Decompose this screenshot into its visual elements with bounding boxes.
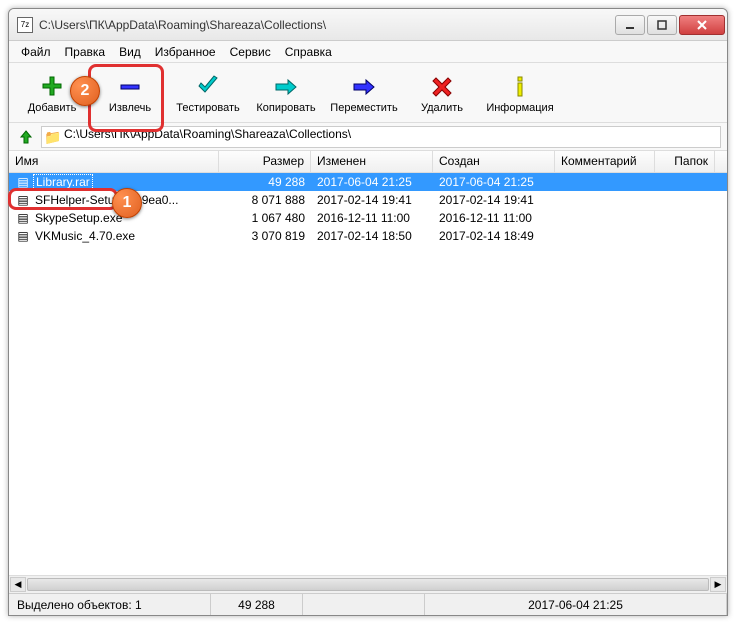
file-name: VKMusic_4.70.exe (33, 229, 137, 243)
status-selection: Выделено объектов: 1 (9, 594, 211, 615)
file-modified: 2016-12-11 11:00 (311, 211, 433, 225)
add-label: Добавить (28, 102, 77, 114)
file-modified: 2017-02-14 18:50 (311, 229, 433, 243)
extract-label: Извлечь (109, 102, 151, 114)
file-row[interactable]: ▤Library.rar49 2882017-06-04 21:252017-0… (9, 173, 727, 191)
status-blank (303, 594, 425, 615)
pathbar: C:\Users\ПК\AppData\Roaming\Shareaza\Col… (9, 123, 727, 151)
test-label: Тестировать (176, 102, 240, 114)
move-arrow-icon (351, 72, 377, 102)
test-button[interactable]: Тестировать (169, 65, 247, 121)
path-input[interactable]: C:\Users\ПК\AppData\Roaming\Shareaza\Col… (41, 126, 721, 148)
info-icon (507, 72, 533, 102)
file-size: 8 071 888 (219, 193, 311, 207)
menu-tools[interactable]: Сервис (224, 43, 277, 61)
status-modified: 2017-06-04 21:25 (425, 594, 727, 615)
menu-favorites[interactable]: Избранное (149, 43, 222, 61)
window-controls (615, 15, 725, 35)
file-row[interactable]: ▤VKMusic_4.70.exe3 070 8192017-02-14 18:… (9, 227, 727, 245)
app-icon: 7z (17, 17, 33, 33)
copy-arrow-icon (273, 72, 299, 102)
list-header: Имя Размер Изменен Создан Комментарий Па… (9, 151, 727, 173)
info-button[interactable]: Информация (481, 65, 559, 121)
column-created[interactable]: Создан (433, 151, 555, 172)
titlebar[interactable]: 7z C:\Users\ПК\AppData\Roaming\Shareaza\… (9, 9, 727, 41)
scroll-left-button[interactable]: ◀ (10, 577, 26, 592)
info-label: Информация (486, 102, 553, 114)
list-body[interactable]: ▤Library.rar49 2882017-06-04 21:252017-0… (9, 173, 727, 575)
file-size: 1 067 480 (219, 211, 311, 225)
file-size: 49 288 (219, 175, 311, 189)
delete-label: Удалить (421, 102, 463, 114)
file-icon: ▤ (15, 229, 31, 243)
file-modified: 2017-06-04 21:25 (311, 175, 433, 189)
file-list: Имя Размер Изменен Создан Комментарий Па… (9, 151, 727, 593)
menu-edit[interactable]: Правка (59, 43, 112, 61)
menubar: Файл Правка Вид Избранное Сервис Справка (9, 41, 727, 63)
column-modified[interactable]: Изменен (311, 151, 433, 172)
menu-view[interactable]: Вид (113, 43, 147, 61)
file-name: SkypeSetup.exe (33, 211, 124, 225)
delete-button[interactable]: Удалить (403, 65, 481, 121)
column-folders[interactable]: Папок (655, 151, 715, 172)
annotation-badge-2: 2 (70, 76, 100, 106)
file-created: 2017-06-04 21:25 (433, 175, 555, 189)
toolbar: Добавить Извлечь Тестировать Копировать … (9, 63, 727, 123)
column-size[interactable]: Размер (219, 151, 311, 172)
file-created: 2017-02-14 19:41 (433, 193, 555, 207)
status-size: 49 288 (211, 594, 303, 615)
scroll-right-button[interactable]: ▶ (710, 577, 726, 592)
menu-file[interactable]: Файл (15, 43, 57, 61)
column-name[interactable]: Имя (9, 151, 219, 172)
window-title: C:\Users\ПК\AppData\Roaming\Shareaza\Col… (39, 18, 615, 32)
statusbar: Выделено объектов: 1 49 288 2017-06-04 2… (9, 593, 727, 615)
copy-label: Копировать (256, 102, 315, 114)
maximize-button[interactable] (647, 15, 677, 35)
minus-icon (117, 72, 143, 102)
annotation-badge-1: 1 (112, 188, 142, 218)
file-icon: ▤ (15, 175, 31, 189)
file-modified: 2017-02-14 19:41 (311, 193, 433, 207)
minimize-button[interactable] (615, 15, 645, 35)
horizontal-scrollbar[interactable]: ◀ ▶ (9, 575, 727, 593)
menu-help[interactable]: Справка (279, 43, 338, 61)
file-created: 2017-02-14 18:49 (433, 229, 555, 243)
file-icon: ▤ (15, 211, 31, 225)
copy-button[interactable]: Копировать (247, 65, 325, 121)
file-name: SFHelper-Setup-[199ea0... (33, 193, 180, 207)
delete-x-icon (429, 72, 455, 102)
move-button[interactable]: Переместить (325, 65, 403, 121)
column-comment[interactable]: Комментарий (555, 151, 655, 172)
close-button[interactable] (679, 15, 725, 35)
extract-button[interactable]: Извлечь (91, 65, 169, 121)
scroll-thumb[interactable] (27, 578, 709, 591)
check-icon (195, 72, 221, 102)
plus-icon (39, 72, 65, 102)
file-name: Library.rar (33, 174, 93, 190)
file-size: 3 070 819 (219, 229, 311, 243)
move-label: Переместить (330, 102, 397, 114)
file-created: 2016-12-11 11:00 (433, 211, 555, 225)
up-button[interactable] (15, 126, 37, 148)
app-window: 7z C:\Users\ПК\AppData\Roaming\Shareaza\… (8, 8, 728, 616)
file-icon: ▤ (15, 193, 31, 207)
